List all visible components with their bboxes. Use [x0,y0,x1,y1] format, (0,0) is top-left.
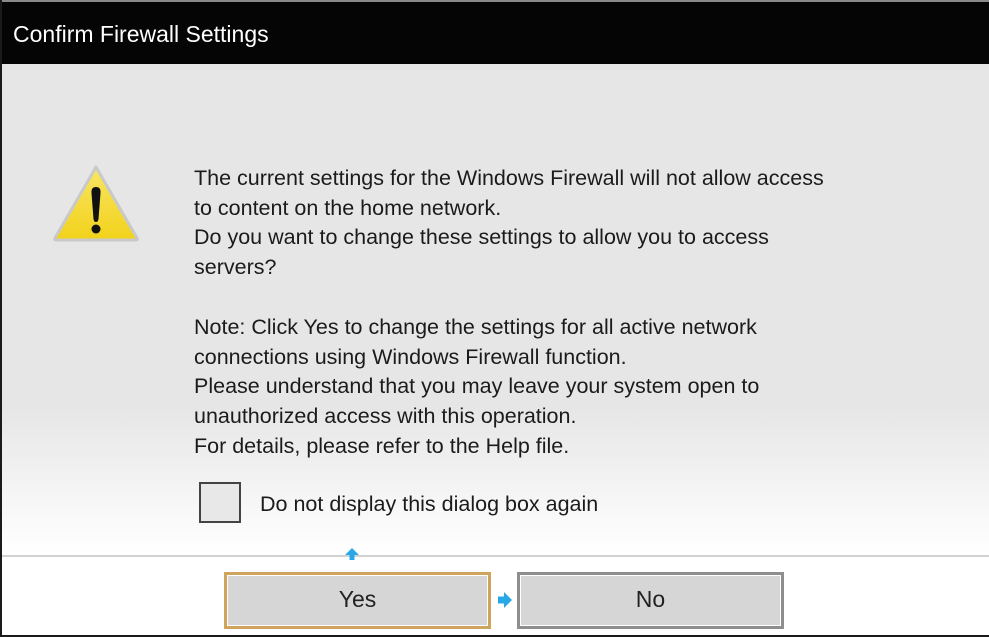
message-line: Do you want to change these settings to … [194,225,769,250]
message-text: The current settings for the Windows Fir… [194,164,964,461]
title-bar: Confirm Firewall Settings [2,0,989,64]
note-line: connections using Windows Firewall funct… [194,344,627,369]
confirm-firewall-dialog: Confirm Firewall Settings The current se… [0,0,989,637]
dialog-title: Confirm Firewall Settings [13,21,269,47]
note-line: unauthorized access with this operation. [194,403,577,428]
arrow-right-icon [498,592,512,608]
dont-show-again-label[interactable]: Do not display this dialog box again [260,490,598,518]
message-line: to content on the home network. [194,195,502,220]
note-line: For details, please refer to the Help fi… [194,433,570,458]
note-line: Note: Click Yes to change the settings f… [194,314,757,339]
note-line: Please understand that you may leave you… [194,374,760,399]
yes-button[interactable]: Yes [224,572,491,629]
arrow-up-icon [345,548,359,560]
dont-show-again-checkbox[interactable] [199,482,241,523]
button-area [2,557,989,635]
warning-triangle-icon [53,165,139,242]
no-button[interactable]: No [517,572,784,629]
message-line: The current settings for the Windows Fir… [194,166,824,190]
message-line: servers? [194,255,277,280]
